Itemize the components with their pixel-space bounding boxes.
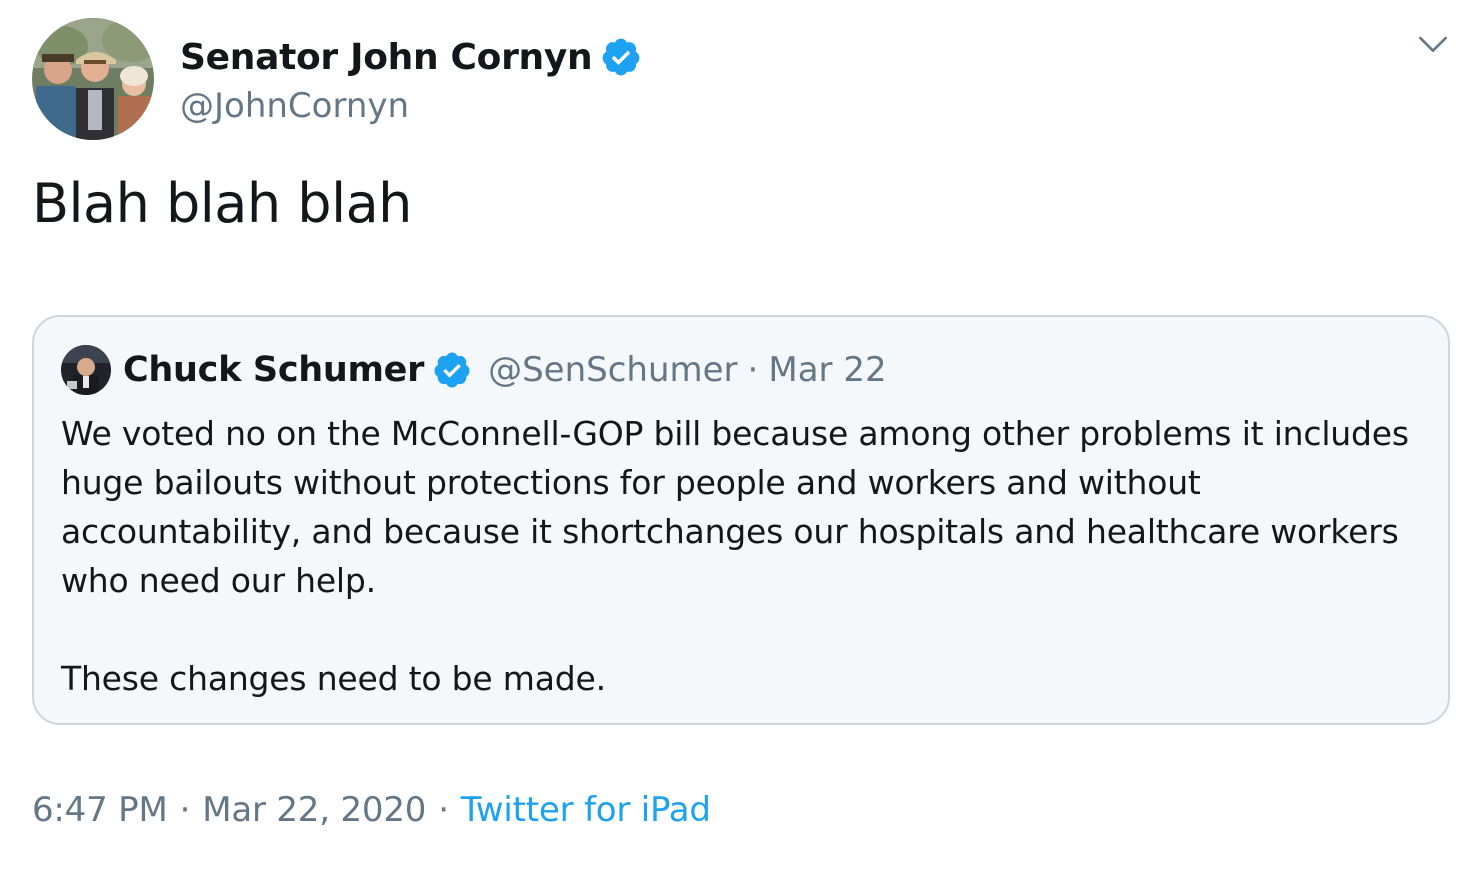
author-handle[interactable]: @JohnCornyn xyxy=(180,86,642,126)
quoted-separator: · xyxy=(747,350,759,390)
tweet-header: Senator John Cornyn @JohnCornyn xyxy=(32,18,642,140)
profile-photo-icon xyxy=(32,18,154,140)
quoted-tweet-header: Chuck Schumer @SenSchumer · Mar 22 xyxy=(61,343,887,397)
chevron-down-icon[interactable] xyxy=(1416,28,1450,62)
tweet-date[interactable]: Mar 22, 2020 xyxy=(202,790,426,830)
quoted-date: Mar 22 xyxy=(768,350,887,390)
quoted-tweet[interactable]: Chuck Schumer @SenSchumer · Mar 22 We vo… xyxy=(32,315,1450,725)
quoted-tweet-text: We voted no on the McConnell-GOP bill be… xyxy=(61,409,1431,703)
tweet: Senator John Cornyn @JohnCornyn Blah bla… xyxy=(0,0,1472,872)
tweet-text: Blah blah blah xyxy=(32,172,412,235)
quoted-paragraph: These changes need to be made. xyxy=(61,659,606,698)
profile-photo-icon xyxy=(61,345,111,395)
verified-badge-icon xyxy=(602,38,640,76)
quoted-author-avatar xyxy=(61,345,111,395)
verified-badge-icon xyxy=(434,352,470,388)
tweet-source-link[interactable]: Twitter for iPad xyxy=(461,790,711,830)
author-avatar[interactable] xyxy=(32,18,154,140)
tweet-footer: 6:47 PM · Mar 22, 2020 · Twitter for iPa… xyxy=(32,790,711,830)
author-names: Senator John Cornyn @JohnCornyn xyxy=(180,32,642,126)
display-name-row: Senator John Cornyn xyxy=(180,32,642,82)
author-display-name[interactable]: Senator John Cornyn xyxy=(180,37,593,78)
footer-separator: · xyxy=(179,790,191,830)
tweet-time[interactable]: 6:47 PM xyxy=(32,790,168,830)
quoted-handle: @SenSchumer xyxy=(488,350,738,390)
quoted-paragraph: We voted no on the McConnell-GOP bill be… xyxy=(61,414,1409,600)
quoted-display-name: Chuck Schumer xyxy=(123,350,425,390)
footer-separator: · xyxy=(438,790,449,830)
